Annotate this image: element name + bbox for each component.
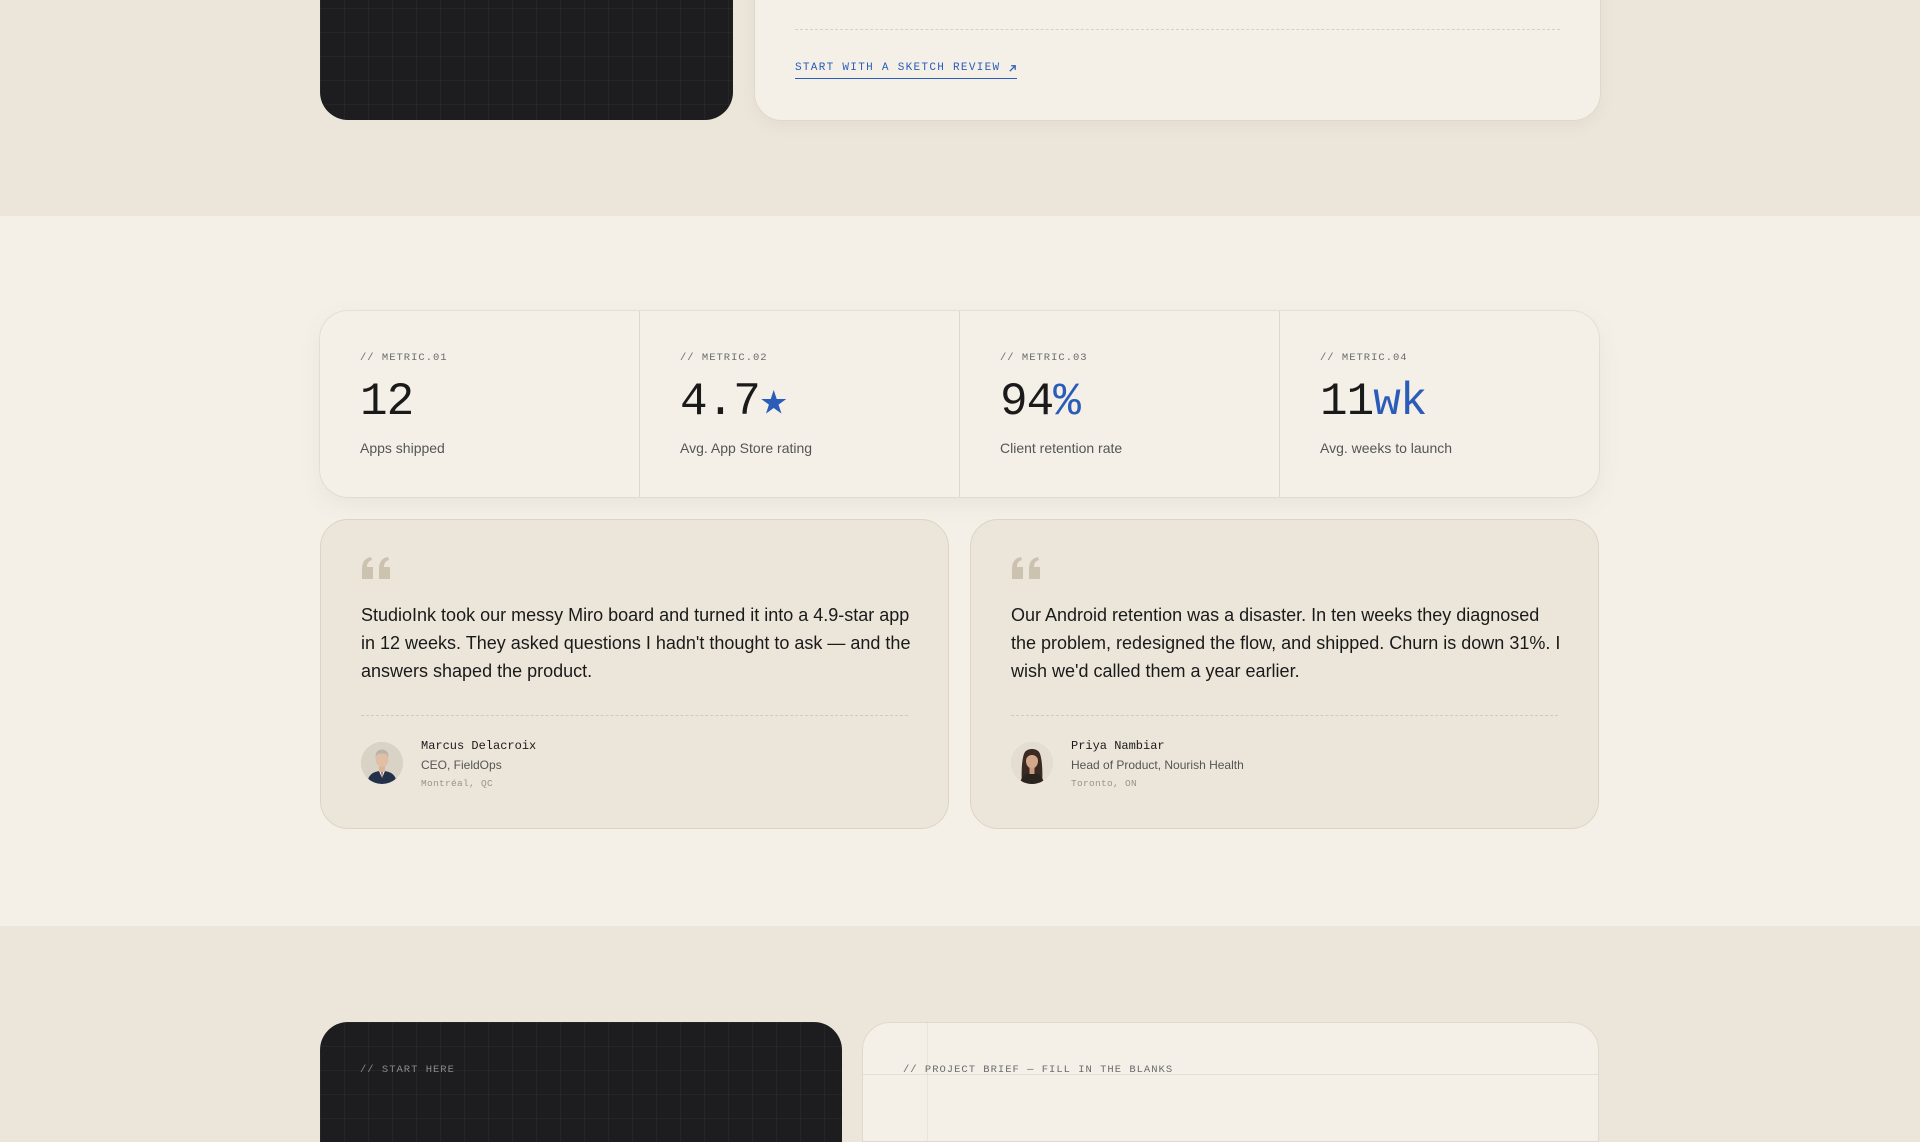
notebook-margin-line	[927, 1023, 928, 1141]
notebook-rule	[863, 1074, 1598, 1075]
testimonial-divider	[1011, 715, 1558, 716]
metric-number: 4.7	[680, 376, 761, 428]
author-role: CEO, FieldOps	[421, 758, 502, 772]
metric-value: 4.7★	[680, 379, 959, 425]
metric-label: // METRIC.03	[1000, 352, 1088, 364]
top-section: START WITH A SKETCH REVIEW	[0, 0, 1920, 216]
author-name: Marcus Delacroix	[421, 739, 537, 753]
metric-unit: wk	[1373, 376, 1427, 428]
metric-app-store-rating: // METRIC.02 4.7★ Avg. App Store rating	[639, 311, 959, 497]
metric-caption: Apps shipped	[360, 440, 445, 456]
author-location: Toronto, ON	[1071, 778, 1138, 789]
metric-number: 94	[1000, 376, 1054, 428]
metric-number: 11	[1320, 376, 1374, 428]
quote-mark-icon	[1012, 557, 1040, 579]
avatar	[361, 742, 403, 784]
metric-value: 94%	[1000, 379, 1279, 425]
metric-number: 12	[360, 376, 414, 428]
testimonial-card: Our Android retention was a disaster. In…	[970, 519, 1599, 829]
metric-label: // METRIC.01	[360, 352, 448, 364]
metric-value: 12	[360, 379, 639, 425]
testimonial-quote: Our Android retention was a disaster. In…	[1011, 605, 1561, 681]
card-divider	[795, 29, 1560, 30]
metric-label: // METRIC.02	[680, 352, 768, 364]
contact-section: // START HERE // PROJECT BRIEF — FILL IN…	[0, 926, 1920, 1142]
metric-caption: Avg. App Store rating	[680, 440, 813, 456]
metric-value: 11wk	[1320, 379, 1599, 425]
author-name: Priya Nambiar	[1071, 739, 1165, 753]
metrics-strip: // METRIC.01 12 Apps shipped // METRIC.0…	[320, 311, 1599, 497]
star-icon: ★	[759, 376, 788, 428]
social-proof-section: // METRIC.01 12 Apps shipped // METRIC.0…	[0, 216, 1920, 926]
testimonial-quote: StudioInk took our messy Miro board and …	[361, 605, 911, 681]
avatar	[1011, 742, 1053, 784]
metric-caption: Avg. weeks to launch	[1320, 440, 1453, 456]
sketch-review-link[interactable]: START WITH A SKETCH REVIEW	[795, 62, 1018, 79]
testimonial-divider	[361, 715, 908, 716]
metric-label: // METRIC.04	[1320, 352, 1408, 364]
metric-retention-rate: // METRIC.03 94% Client retention rate	[959, 311, 1279, 497]
sketch-review-card: START WITH A SKETCH REVIEW	[754, 0, 1601, 121]
arrow-up-right-icon	[1009, 64, 1017, 72]
start-here-label: // START HERE	[360, 1064, 455, 1076]
sketch-review-link-label: START WITH A SKETCH REVIEW	[795, 62, 1001, 74]
start-here-card: // START HERE	[320, 1022, 842, 1142]
testimonial-card: StudioInk took our messy Miro board and …	[320, 519, 949, 829]
testimonial-author: Priya Nambiar Head of Product, Nourish H…	[1071, 739, 1244, 789]
metric-unit: %	[1053, 376, 1081, 428]
metric-weeks-to-launch: // METRIC.04 11wk Avg. weeks to launch	[1279, 311, 1599, 497]
dark-feature-card	[320, 0, 733, 120]
metric-apps-shipped: // METRIC.01 12 Apps shipped	[320, 311, 639, 497]
metric-caption: Client retention rate	[1000, 440, 1123, 456]
author-location: Montréal, QC	[421, 778, 494, 789]
testimonial-author: Marcus Delacroix CEO, FieldOps Montréal,…	[421, 739, 536, 789]
project-brief-card: // PROJECT BRIEF — FILL IN THE BLANKS	[862, 1022, 1599, 1142]
quote-mark-icon	[362, 557, 390, 579]
author-role: Head of Product, Nourish Health	[1071, 758, 1244, 772]
